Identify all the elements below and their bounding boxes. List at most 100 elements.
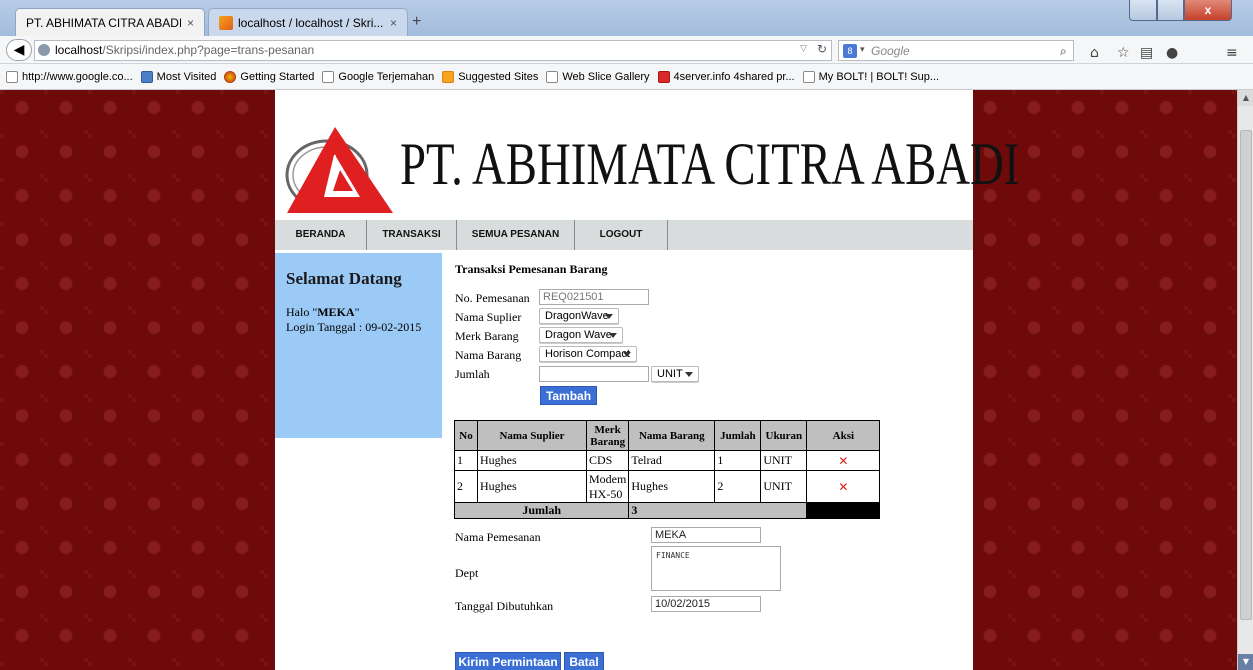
- tab-close-icon[interactable]: ×: [187, 16, 194, 30]
- bookmark-item[interactable]: 4server.info 4shared pr...: [657, 70, 795, 83]
- url-bar[interactable]: localhost/Skripsi/index.php?page=trans-p…: [34, 40, 832, 61]
- cell-barang: Hughes: [628, 470, 716, 503]
- jumlah-field[interactable]: [539, 366, 649, 382]
- bookmark-item[interactable]: http://www.google.co...: [6, 70, 133, 83]
- company-name: PT. ABHIMATA CITRA ABADI: [400, 131, 1020, 197]
- 4server-icon: [657, 70, 670, 83]
- company-logo: [285, 127, 393, 213]
- history-dropdown-icon[interactable]: ▽: [800, 44, 807, 54]
- sum-row: Jumlah 3: [453, 502, 881, 519]
- url-path: /Skripsi/index.php?page=trans-pesanan: [102, 43, 315, 57]
- page-viewport: PT. ABHIMATA CITRA ABADI BERANDA TRANSAK…: [0, 90, 1237, 670]
- page-icon: [546, 70, 559, 83]
- scroll-thumb[interactable]: [1240, 130, 1252, 620]
- merk-select[interactable]: Dragon Wave: [539, 327, 623, 343]
- tab-close-icon[interactable]: ×: [390, 16, 397, 30]
- browser-titlebar: PT. ABHIMATA CITRA ABADI × localhost / l…: [0, 0, 1253, 36]
- col-merk: Merk Barang: [585, 420, 630, 451]
- cell-barang: Telrad: [628, 450, 716, 471]
- bookmark-item[interactable]: My BOLT! | BOLT! Sup...: [802, 70, 939, 83]
- search-bar[interactable]: 8 ▾ Google: [838, 40, 1074, 61]
- page-icon: [6, 70, 18, 83]
- search-engine-icon[interactable]: 8: [843, 44, 857, 58]
- search-engine-dropdown-icon[interactable]: ▾: [860, 44, 865, 55]
- hello-text: Halo "MEKA": [286, 305, 360, 319]
- vertical-scrollbar[interactable]: ▲ ▼: [1237, 90, 1253, 670]
- addon-icon[interactable]: ●: [1166, 45, 1178, 61]
- username: MEKA: [317, 305, 355, 319]
- tab-title: PT. ABHIMATA CITRA ABADI: [26, 15, 181, 30]
- cell-supplier: Hughes: [477, 450, 587, 471]
- most-visited-icon: [140, 70, 153, 83]
- scroll-down-arrow-icon[interactable]: ▼: [1238, 654, 1253, 670]
- cell-merk: CDS: [585, 450, 630, 471]
- cell-jumlah: 1: [714, 450, 762, 471]
- browser-navbar: ◀ localhost/Skripsi/index.php?page=trans…: [0, 36, 1253, 64]
- reload-icon[interactable]: ↻: [817, 42, 827, 56]
- globe-icon: [38, 44, 50, 56]
- col-barang: Nama Barang: [628, 420, 716, 451]
- search-placeholder: Google: [871, 44, 910, 58]
- tambah-button[interactable]: Tambah: [540, 386, 597, 405]
- bookmark-item[interactable]: Most Visited: [140, 70, 216, 83]
- cell-supplier: Hughes: [477, 470, 587, 503]
- unit-select[interactable]: UNIT: [651, 366, 699, 382]
- scroll-up-arrow-icon[interactable]: ▲: [1238, 90, 1253, 106]
- cell-no: 1: [454, 450, 478, 471]
- merk-label: Merk Barang: [455, 329, 519, 343]
- bookmark-item[interactable]: Getting Started: [224, 70, 314, 83]
- dept-textarea[interactable]: FINANCE: [651, 546, 781, 591]
- no-pemesanan-field[interactable]: REQ021501: [539, 289, 649, 305]
- bookmark-star-icon[interactable]: ☆: [1117, 45, 1130, 61]
- welcome-heading: Selamat Datang: [286, 269, 402, 288]
- pemesan-field[interactable]: MEKA: [651, 527, 761, 543]
- hamburger-menu-icon[interactable]: ≡: [1226, 45, 1238, 61]
- bookmark-item[interactable]: Google Terjemahan: [322, 70, 434, 83]
- firefox-icon: [224, 70, 237, 83]
- col-jumlah: Jumlah: [714, 420, 762, 451]
- delete-icon[interactable]: ✕: [806, 450, 881, 471]
- batal-button[interactable]: Batal: [564, 652, 604, 670]
- col-ukuran: Ukuran: [760, 420, 808, 451]
- bookmark-item[interactable]: Suggested Sites: [442, 70, 538, 83]
- sum-label: Jumlah: [453, 502, 630, 519]
- phpmyadmin-icon: [219, 15, 233, 30]
- bookmarks-menu-icon[interactable]: ▤: [1140, 45, 1153, 61]
- order-items-table: No Nama Suplier Merk Barang Nama Barang …: [453, 420, 881, 519]
- window-close-button[interactable]: x: [1184, 0, 1232, 21]
- table-header-row: No Nama Suplier Merk Barang Nama Barang …: [454, 420, 881, 451]
- maximize-button[interactable]: [1157, 0, 1184, 21]
- barang-select[interactable]: Horison Compact: [539, 346, 637, 362]
- cell-merk: Modem HX-50: [585, 470, 630, 503]
- tanggal-label: Tanggal Dibutuhkan: [455, 599, 554, 613]
- url-host: localhost: [55, 43, 103, 57]
- tab-phpmyadmin[interactable]: localhost / localhost / Skri... ×: [208, 8, 408, 36]
- delete-icon[interactable]: ✕: [806, 470, 881, 503]
- menu-item-logout[interactable]: LOGOUT: [575, 220, 668, 250]
- pemesan-label: Nama Pemesanan: [455, 530, 541, 544]
- tab-active[interactable]: PT. ABHIMATA CITRA ABADI ×: [15, 8, 205, 36]
- col-supplier: Nama Suplier: [477, 420, 587, 451]
- page-icon: [802, 70, 815, 83]
- main-menu: BERANDA TRANSAKSI SEMUA PESANAN LOGOUT: [275, 220, 973, 250]
- no-pemesanan-label: No. Pemesanan: [455, 291, 530, 305]
- menu-item-transaksi[interactable]: TRANSAKSI: [367, 220, 457, 250]
- col-aksi: Aksi: [806, 420, 881, 451]
- search-magnifier-icon[interactable]: ⌕: [1060, 44, 1067, 59]
- page-icon: [322, 70, 335, 83]
- menu-item-beranda[interactable]: BERANDA: [275, 220, 367, 250]
- menu-item-semua-pesanan[interactable]: SEMUA PESANAN: [457, 220, 575, 250]
- jumlah-label: Jumlah: [455, 367, 490, 381]
- page-container: PT. ABHIMATA CITRA ABADI BERANDA TRANSAK…: [275, 90, 1019, 670]
- minimize-button[interactable]: [1129, 0, 1157, 21]
- back-arrow-icon[interactable]: ◀: [6, 39, 32, 61]
- supplier-select[interactable]: DragonWave: [539, 308, 619, 324]
- kirim-permintaan-button[interactable]: Kirim Permintaan: [455, 652, 561, 670]
- bookmark-item[interactable]: Web Slice Gallery: [546, 70, 650, 83]
- sum-aksi-cell: [806, 502, 881, 519]
- home-icon[interactable]: ⌂: [1090, 45, 1099, 61]
- cell-jumlah: 2: [714, 470, 762, 503]
- form-title: Transaksi Pemesanan Barang: [455, 262, 608, 276]
- tanggal-field[interactable]: 10/02/2015: [651, 596, 761, 612]
- new-tab-button[interactable]: +: [412, 13, 421, 31]
